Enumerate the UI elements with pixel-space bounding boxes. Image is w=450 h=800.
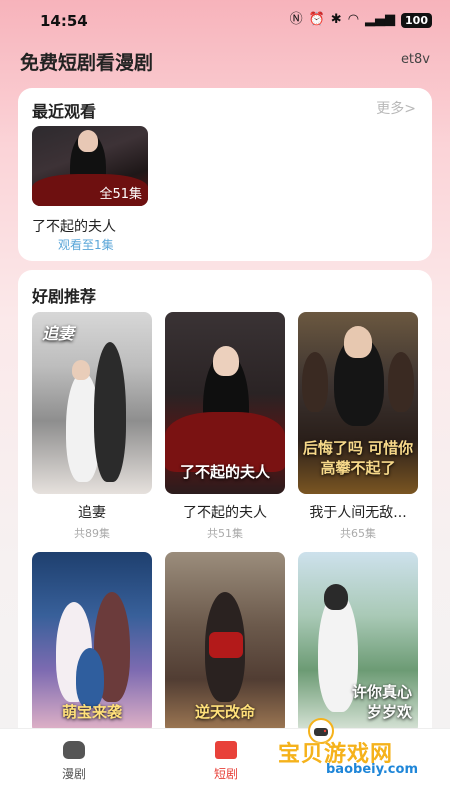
watermark-url: baobeiy.com xyxy=(326,762,418,777)
drama-item[interactable]: 了不起的夫人 了不起的夫人 共51集 xyxy=(165,312,285,541)
drama-poster[interactable]: 许你真心 岁岁欢 xyxy=(298,552,418,734)
recent-episode-count: 全51集 xyxy=(99,187,142,202)
nav-item-duanju[interactable]: 短剧 xyxy=(196,741,256,782)
recent-thumbnail[interactable]: 全51集 xyxy=(32,126,148,206)
bluetooth-icon: ✱ xyxy=(330,12,342,27)
nav-item-manju[interactable]: 漫剧 xyxy=(44,741,104,782)
comic-icon xyxy=(63,741,85,759)
recent-watched-card: 最近观看 更多> 全51集 了不起的夫人 观看至1集 xyxy=(18,88,432,261)
status-bar: 14:54 Ⓝ ⏰ ✱ ◠ ▂▄▆ 100 xyxy=(0,0,450,42)
drama-poster[interactable]: 萌宝来袭 xyxy=(32,552,152,734)
recent-progress: 观看至1集 xyxy=(58,238,114,252)
watermark: 宝贝游戏网 baobeiy.com xyxy=(278,718,443,785)
alarm-icon: ⏰ xyxy=(308,12,325,27)
drama-item[interactable]: 追妻 追妻 共89集 xyxy=(32,312,152,541)
poster-title: 后悔了吗 可惜你高攀不起了 xyxy=(302,439,414,477)
wifi-icon: ◠ xyxy=(347,12,360,27)
recent-section-title: 最近观看 xyxy=(32,102,97,121)
drama-title: 我于人间无敌... xyxy=(309,505,407,521)
nfc-icon: Ⓝ xyxy=(289,12,303,27)
drama-poster[interactable]: 追妻 xyxy=(32,312,152,494)
drama-poster[interactable]: 逆天改命 xyxy=(165,552,285,734)
drama-poster[interactable]: 了不起的夫人 xyxy=(165,312,285,494)
app-title: 免费短剧看漫剧 xyxy=(20,52,154,74)
drama-item[interactable]: 逆天改命 xyxy=(165,552,285,745)
drama-title: 了不起的夫人 xyxy=(183,505,267,521)
user-tag[interactable]: et8v xyxy=(401,52,430,67)
drama-item[interactable]: 后悔了吗 可惜你高攀不起了 我于人间无敌... 共65集 xyxy=(298,312,418,541)
poster-title: 逆天改命 xyxy=(194,703,255,721)
nav-label: 短剧 xyxy=(213,767,238,781)
drama-title: 追妻 xyxy=(78,505,106,521)
poster-title: 了不起的夫人 xyxy=(179,463,270,481)
drama-episode-count: 共51集 xyxy=(207,527,243,540)
recent-drama-title[interactable]: 了不起的夫人 xyxy=(32,216,116,236)
poster-title: 萌宝来袭 xyxy=(61,703,122,721)
poster-title: 追妻 xyxy=(42,324,75,343)
battery-indicator: 100 xyxy=(401,12,432,28)
clapperboard-icon xyxy=(215,741,237,759)
signal-icon: ▂▄▆ xyxy=(365,12,396,27)
drama-item[interactable]: 萌宝来袭 xyxy=(32,552,152,745)
recommend-section-title: 好剧推荐 xyxy=(32,287,97,306)
drama-item[interactable]: 许你真心 岁岁欢 xyxy=(298,552,418,745)
status-time: 14:54 xyxy=(40,12,88,30)
drama-poster[interactable]: 后悔了吗 可惜你高攀不起了 xyxy=(298,312,418,494)
more-link[interactable]: 更多> xyxy=(376,98,416,118)
recommend-card: 好剧推荐 追妻 追妻 共89集 了不起的夫人 了不起的夫人 共51集 后悔了吗 … xyxy=(18,270,432,750)
drama-episode-count: 共89集 xyxy=(74,527,110,540)
drama-episode-count: 共65集 xyxy=(340,527,376,540)
poster-title: 许你真心 岁岁欢 xyxy=(352,683,413,721)
nav-label: 漫剧 xyxy=(61,767,86,781)
status-icons: Ⓝ ⏰ ✱ ◠ ▂▄▆ 100 xyxy=(290,12,432,28)
